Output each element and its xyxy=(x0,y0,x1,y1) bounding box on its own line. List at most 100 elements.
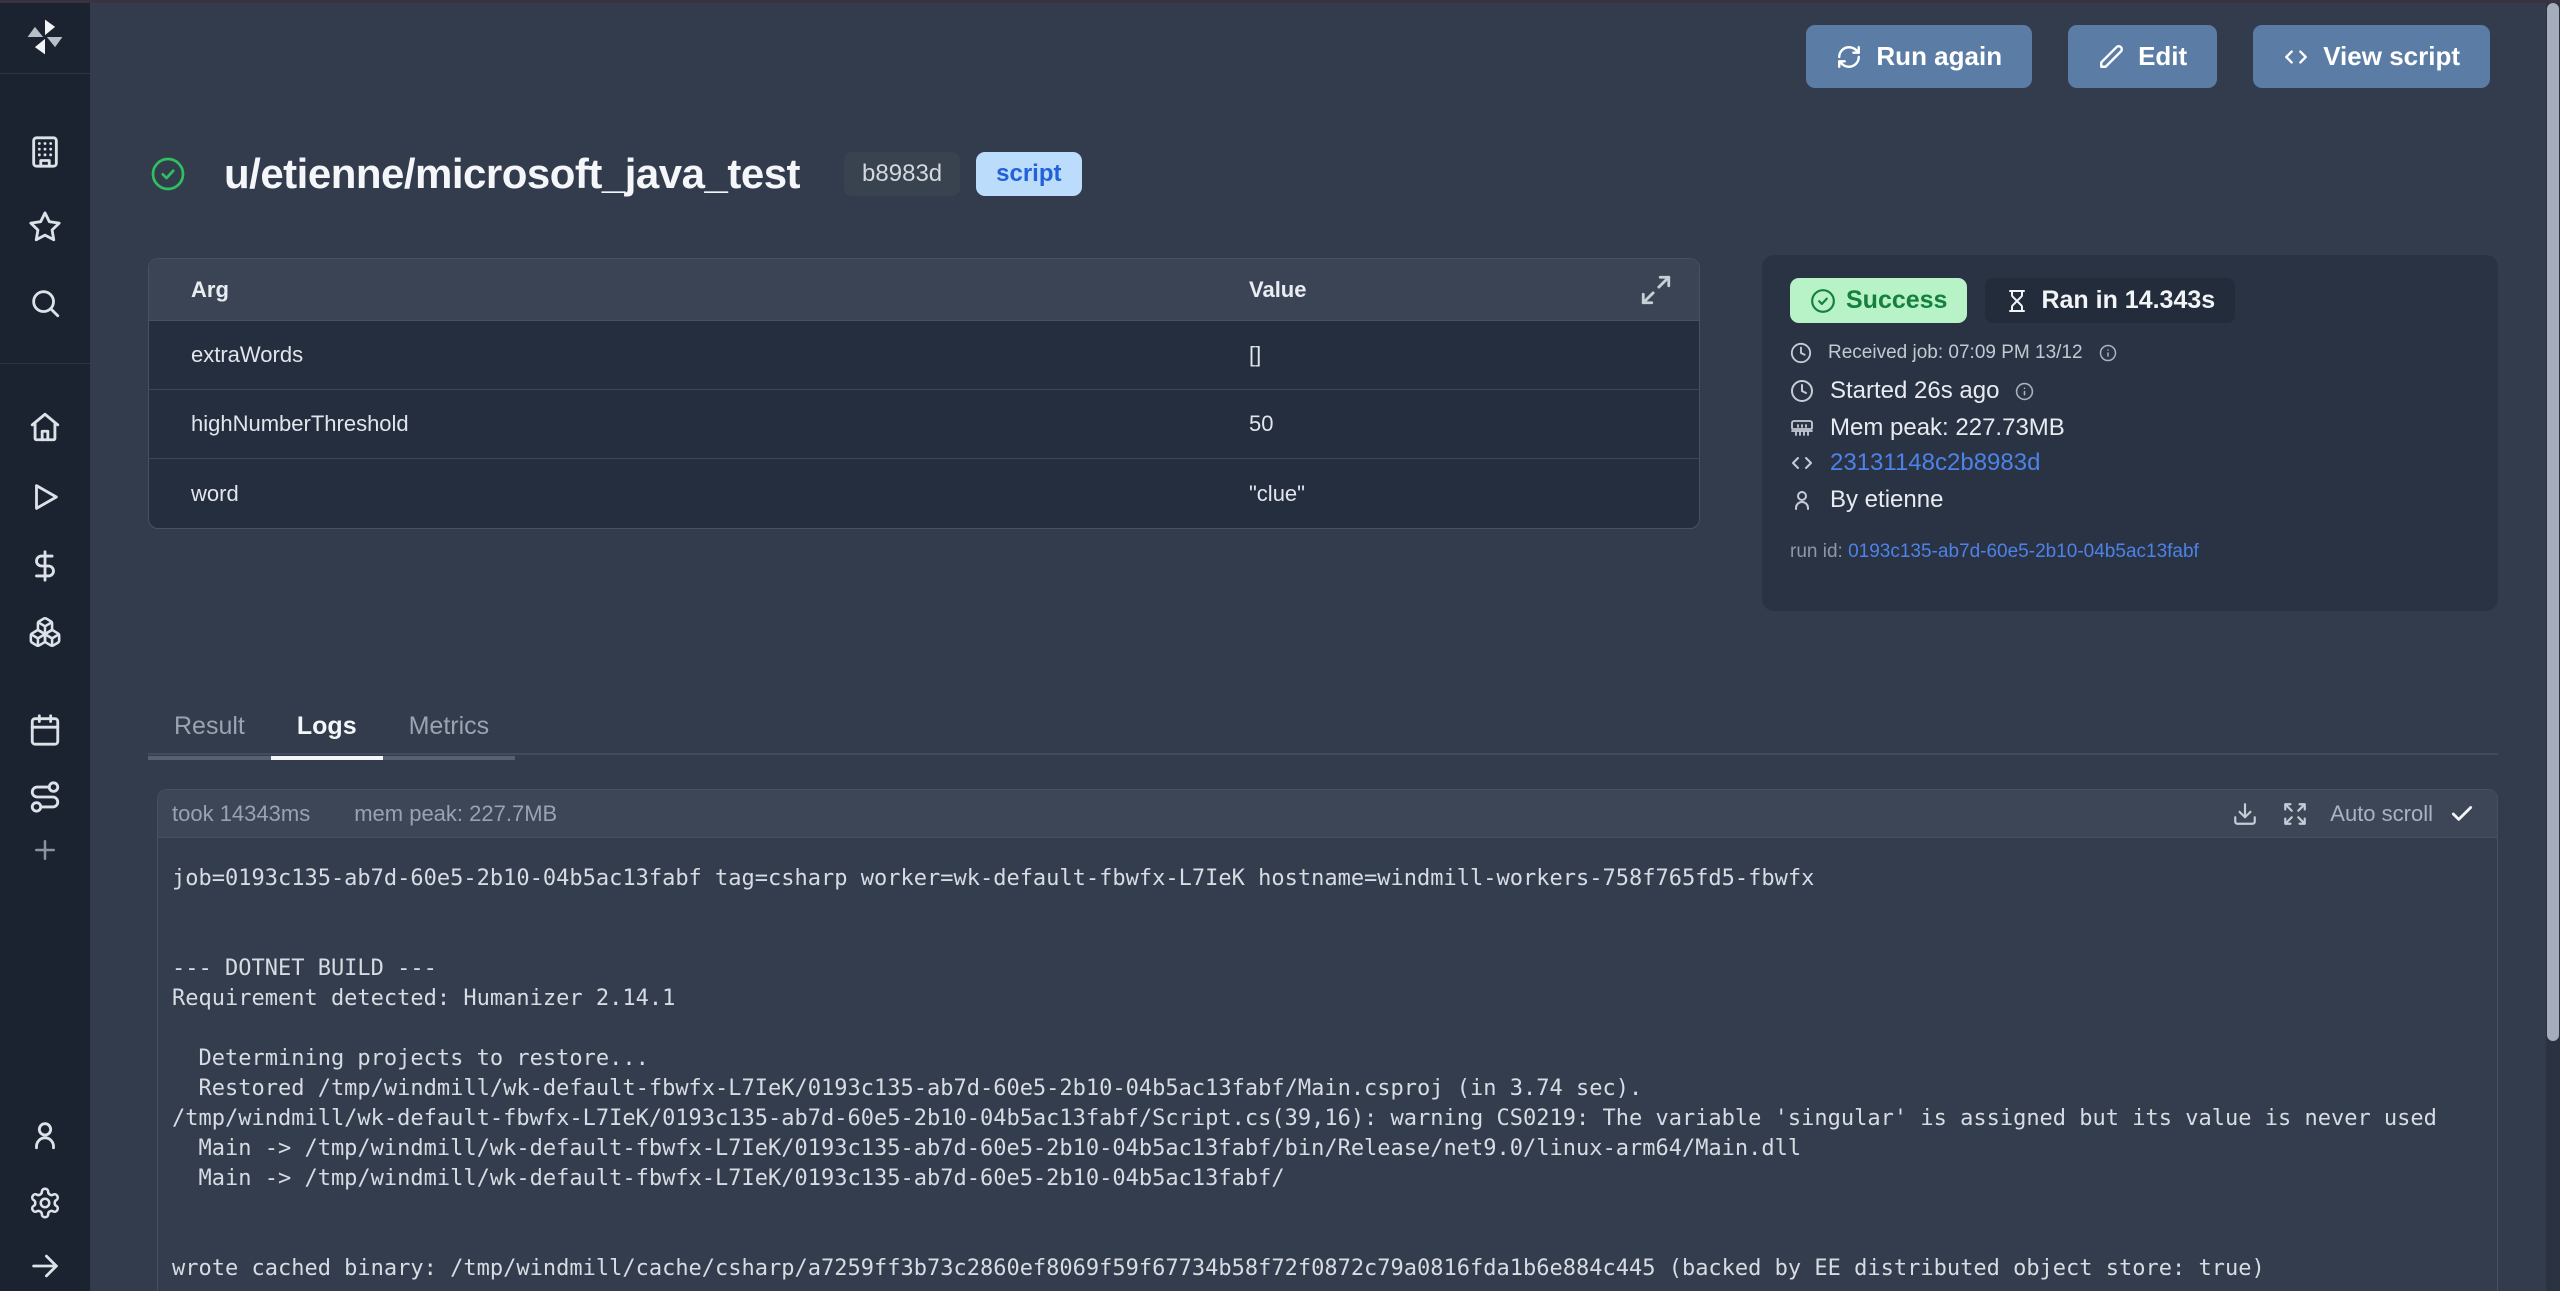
sidebar-item-flows[interactable] xyxy=(0,774,90,820)
home-icon xyxy=(28,410,62,444)
arg-row: extraWords [] xyxy=(149,321,1699,390)
arg-name: extraWords xyxy=(191,342,303,367)
play-icon xyxy=(28,480,62,514)
pencil-icon xyxy=(2098,44,2124,70)
header-actions: Run again Edit View script xyxy=(1806,25,2490,88)
log-mem-peak: mem peak: 227.7MB xyxy=(354,801,557,827)
received-row: Received job: 07:09 PM 13/12 xyxy=(1790,342,2470,364)
run-id-row: run id: 0193c135-ab7d-60e5-2b10-04b5ac13… xyxy=(1790,541,2470,563)
status-label: Success xyxy=(1846,286,1947,315)
download-icon[interactable] xyxy=(2232,801,2258,827)
script-hash-link[interactable]: 23131148c2b8983d xyxy=(1830,449,2040,477)
created-by-row: By etienne xyxy=(1790,486,2470,514)
sidebar-item-search[interactable] xyxy=(0,280,90,326)
tab-logs[interactable]: Logs xyxy=(271,712,383,760)
mem-peak-label: Mem peak: 227.73MB xyxy=(1830,414,2065,442)
created-by-label: By etienne xyxy=(1830,486,1943,514)
memory-icon xyxy=(1790,416,1814,440)
person-icon xyxy=(1790,488,1814,512)
check-icon xyxy=(2449,801,2475,827)
sidebar-item-variables[interactable] xyxy=(0,543,90,589)
edit-button[interactable]: Edit xyxy=(2068,25,2217,88)
refresh-icon xyxy=(1836,44,1862,70)
hourglass-icon xyxy=(2005,289,2029,313)
sidebar xyxy=(0,0,90,1291)
view-script-button[interactable]: View script xyxy=(2253,25,2490,88)
clock-icon xyxy=(1790,342,1812,364)
received-label: Received job: 07:09 PM 13/12 xyxy=(1828,342,2083,364)
run-id-link[interactable]: 0193c135-ab7d-60e5-2b10-04b5ac13fabf xyxy=(1848,541,2199,562)
args-table-header: Arg Value xyxy=(149,259,1699,321)
sidebar-item-runs[interactable] xyxy=(0,474,90,520)
sidebar-item-logout[interactable] xyxy=(0,1243,90,1289)
calendar-icon xyxy=(28,713,62,747)
edit-label: Edit xyxy=(2138,41,2187,72)
log-took: took 14343ms xyxy=(172,801,310,827)
sidebar-divider xyxy=(0,363,90,364)
expand-args-icon[interactable] xyxy=(1639,273,1673,307)
run-id-label: run id: xyxy=(1790,541,1843,562)
arg-row: word "clue" xyxy=(149,459,1699,528)
sidebar-item-schedules[interactable] xyxy=(0,707,90,753)
clock-icon xyxy=(1790,379,1814,403)
expand-log-icon[interactable] xyxy=(2282,801,2308,827)
script-hash-badge: b8983d xyxy=(844,152,960,196)
info-icon[interactable] xyxy=(2015,382,2034,401)
arg-value: [] xyxy=(1249,342,1261,367)
star-icon xyxy=(28,210,62,244)
status-badge: Success xyxy=(1790,278,1967,323)
window-top-strip xyxy=(0,0,2560,3)
sidebar-item-create[interactable] xyxy=(0,827,90,873)
sidebar-item-workspace[interactable] xyxy=(0,129,90,175)
sidebar-item-favorites[interactable] xyxy=(0,204,90,250)
tab-result[interactable]: Result xyxy=(148,712,271,760)
log-header: took 14343ms mem peak: 227.7MB Auto scro… xyxy=(158,790,2497,838)
job-title-row: u/etienne/microsoft_java_test b8983d scr… xyxy=(150,150,1082,198)
search-icon xyxy=(28,286,62,320)
args-table: Arg Value extraWords [] highNumberThresh… xyxy=(148,258,1700,529)
page-title: u/etienne/microsoft_java_test xyxy=(224,150,800,198)
windmill-logo-icon xyxy=(23,15,67,59)
arg-value: 50 xyxy=(1249,411,1273,436)
building-icon xyxy=(28,135,62,169)
user-icon xyxy=(28,1118,62,1152)
started-label: Started 26s ago xyxy=(1830,377,1999,405)
script-hash-row: 23131148c2b8983d xyxy=(1790,449,2470,477)
args-col-value: Value xyxy=(1249,277,1306,302)
status-top-row: Success Ran in 14.343s xyxy=(1790,278,2470,323)
auto-scroll-label: Auto scroll xyxy=(2330,801,2433,827)
success-circle-icon xyxy=(150,156,186,192)
log-content: job=0193c135-ab7d-60e5-2b10-04b5ac13fabf… xyxy=(172,864,2497,1284)
code-icon xyxy=(2283,44,2309,70)
args-col-arg: Arg xyxy=(191,277,229,302)
duration-label: Ran in 14.343s xyxy=(2041,286,2215,315)
tab-metrics[interactable]: Metrics xyxy=(383,712,516,760)
log-panel: took 14343ms mem peak: 227.7MB Auto scro… xyxy=(157,789,2498,1291)
sidebar-item-home[interactable] xyxy=(0,404,90,450)
windmill-logo[interactable] xyxy=(0,0,90,74)
result-tabs: Result Logs Metrics xyxy=(148,712,515,760)
info-icon[interactable] xyxy=(2099,344,2117,362)
sidebar-item-resources[interactable] xyxy=(0,609,90,655)
log-body[interactable]: job=0193c135-ab7d-60e5-2b10-04b5ac13fabf… xyxy=(158,838,2497,1284)
arg-name: highNumberThreshold xyxy=(191,411,409,436)
view-script-label: View script xyxy=(2323,41,2460,72)
arrow-right-icon xyxy=(28,1249,62,1283)
windmill-job-run-page: Run again Edit View script u/etienne/mic… xyxy=(0,0,2560,1291)
job-status-panel: Success Ran in 14.343s Received job: 07:… xyxy=(1762,255,2498,611)
arg-row: highNumberThreshold 50 xyxy=(149,390,1699,459)
script-kind-badge: script xyxy=(976,152,1081,196)
run-again-button[interactable]: Run again xyxy=(1806,25,2032,88)
sidebar-item-settings[interactable] xyxy=(0,1180,90,1226)
started-row: Started 26s ago xyxy=(1790,377,2470,405)
sidebar-item-user[interactable] xyxy=(0,1112,90,1158)
mem-peak-row: Mem peak: 227.73MB xyxy=(1790,414,2470,442)
duration-chip: Ran in 14.343s xyxy=(1985,278,2235,323)
boxes-icon xyxy=(28,615,62,649)
plus-icon xyxy=(30,835,60,865)
arg-value: "clue" xyxy=(1249,481,1305,506)
auto-scroll-toggle[interactable]: Auto scroll xyxy=(2330,801,2475,827)
scrollbar-thumb[interactable] xyxy=(2547,3,2559,1041)
gear-icon xyxy=(28,1186,62,1220)
code-icon xyxy=(1790,451,1814,475)
